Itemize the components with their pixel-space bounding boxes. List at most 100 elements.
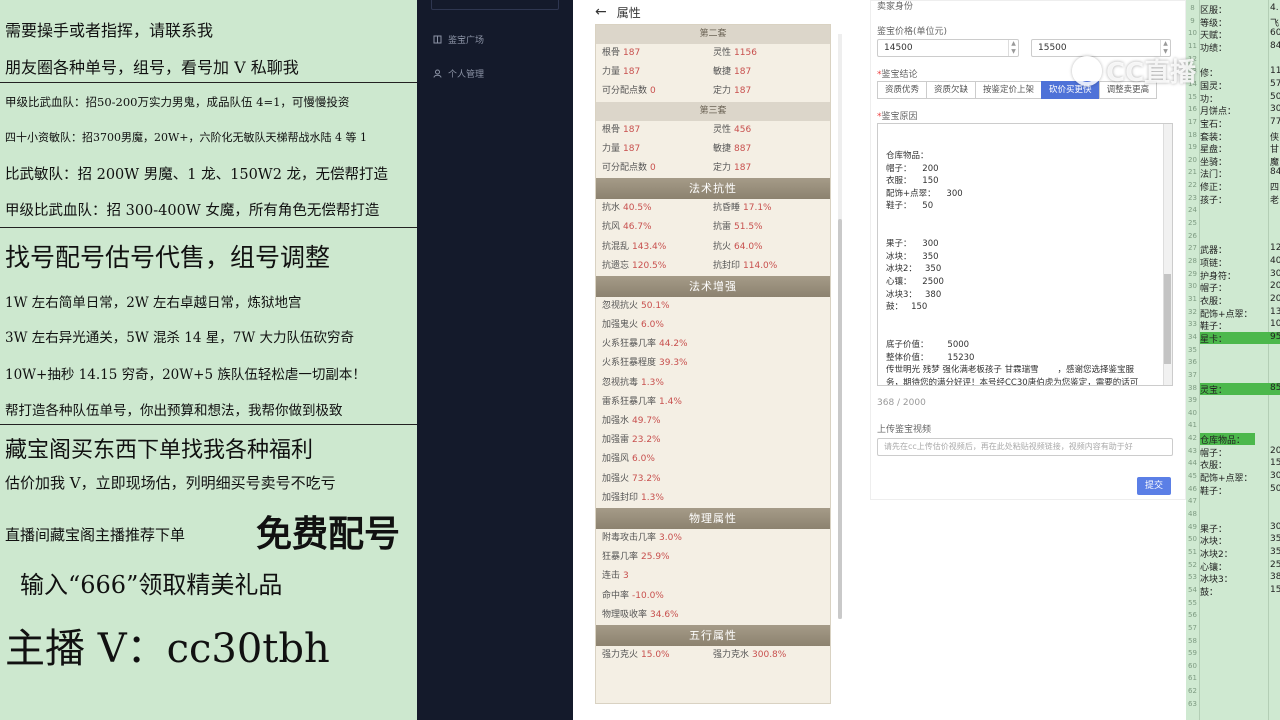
sheet-value[interactable]: 84 <box>1270 167 1280 177</box>
sheet-key[interactable]: 国灵： <box>1200 79 1227 92</box>
row-number: 45 <box>1188 472 1197 481</box>
attr-label: 加强火 <box>602 473 630 484</box>
sheet-value[interactable]: 12 <box>1270 243 1280 253</box>
sheet-value[interactable]: 60 <box>1270 28 1280 38</box>
sheet-key[interactable]: 果子： <box>1200 522 1227 535</box>
sheet-key[interactable]: 配饰+点翠： <box>1200 471 1253 484</box>
phys-title: 物理属性 <box>596 507 830 529</box>
attribute-scroll-area[interactable]: 第二套 根骨 187 灵性 1156 力量 187 敏捷 187 可分配点数 0 定力 187 第三套… <box>595 24 831 704</box>
attr-label: 抗遗忘 <box>602 260 630 271</box>
conclusion-tab[interactable]: 资质优秀 <box>877 81 928 99</box>
sheet-value[interactable]: 30 <box>1270 269 1280 279</box>
row-number: 22 <box>1188 181 1197 190</box>
sheet-key[interactable]: 帽子： <box>1200 446 1227 459</box>
sheet-key[interactable]: 项链： <box>1200 256 1227 269</box>
reason-textarea[interactable]: 仓库物品： 帽子： 200 衣服： 150 配饰+点翠： 300 鞋子： 50 … <box>877 123 1173 386</box>
sheet-key[interactable]: 冰块2： <box>1200 547 1233 560</box>
back-arrow-icon[interactable]: ← <box>595 4 607 20</box>
sheet-value[interactable]: 15 <box>1270 585 1280 595</box>
row-number: 29 <box>1188 269 1197 278</box>
sheet-key[interactable]: 冰块： <box>1200 534 1227 547</box>
sheet-key[interactable]: 法门： <box>1200 167 1227 180</box>
video-link-input[interactable]: 请先在cc上传估价视频后，再在此处粘贴视频链接，视频内容有助于好 <box>877 438 1173 456</box>
sheet-key[interactable]: 帽子： <box>1200 281 1227 294</box>
sheet-value[interactable]: 30 <box>1270 522 1280 532</box>
sheet-key[interactable]: 功： <box>1200 92 1218 105</box>
resist-grid: 抗水 40.5% 抗昏睡 17.1% 抗风 46.7% 抗雷 51.5% 抗混乱 143.4% 抗火… <box>596 199 830 276</box>
sheet-value[interactable]: 四 <box>1270 180 1279 193</box>
sheet-key[interactable]: 等级： <box>1200 16 1227 29</box>
sheet-value[interactable]: 10 <box>1270 319 1280 329</box>
sheet-key[interactable]: 鞋子： <box>1200 484 1227 497</box>
attr-value: 187 <box>734 162 752 173</box>
boost-list: 忽视抗火 50.1% 加强鬼火 6.0% 火系狂暴几率 44.2% 火系狂暴程度 39.3% 忽… <box>596 297 830 508</box>
stepper-icon[interactable]: ▲ ▼ <box>1008 40 1018 56</box>
sheet-key[interactable]: 区服： <box>1200 3 1227 16</box>
sheet-key[interactable]: 套装： <box>1200 130 1227 143</box>
sheet-value[interactable]: 20 <box>1270 294 1280 304</box>
attr-cell: 附毒攻击几率 3.0% <box>602 529 824 548</box>
attr-cell: 定力 187 <box>713 159 824 178</box>
sidebar-search-input[interactable] <box>431 0 559 10</box>
sidebar-item-square[interactable]: 鉴宝广场 <box>433 33 484 46</box>
textarea-scrollbar[interactable] <box>1163 124 1172 385</box>
sheet-value[interactable]: 35 <box>1270 547 1280 557</box>
sheet-key[interactable]: 灵宝： <box>1200 383 1227 396</box>
sheet-key[interactable]: 宝石： <box>1200 117 1227 130</box>
sheet-value[interactable]: 13 <box>1270 307 1280 317</box>
conclusion-tab[interactable]: 资质欠缺 <box>926 81 977 99</box>
sheet-key[interactable]: 武器： <box>1200 243 1227 256</box>
sheet-value[interactable]: 50 <box>1270 484 1280 494</box>
sheet-key[interactable]: 心镶： <box>1200 560 1227 573</box>
sheet-value[interactable]: 飞 <box>1270 16 1279 29</box>
sheet-value[interactable]: 84 <box>1270 41 1280 51</box>
sheet-value[interactable]: 95 <box>1270 332 1280 342</box>
sheet-key[interactable]: 修正： <box>1200 180 1227 193</box>
sheet-value[interactable]: 20 <box>1270 281 1280 291</box>
attr-value: 64.0% <box>734 241 763 252</box>
sheet-value[interactable]: 38 <box>1270 572 1280 582</box>
sheet-key[interactable]: 月饼点： <box>1200 104 1236 117</box>
attr-label: 加强水 <box>602 416 630 426</box>
sheet-value[interactable]: 甘 <box>1270 142 1279 155</box>
sheet-value[interactable]: 85 <box>1270 383 1280 393</box>
sheet-value[interactable]: 11 <box>1270 66 1280 76</box>
sheet-value[interactable]: 30 <box>1270 104 1280 114</box>
sheet-key[interactable]: 孩子： <box>1200 193 1227 206</box>
attr-label: 连击 <box>602 571 621 582</box>
sheet-value[interactable]: 15 <box>1270 458 1280 468</box>
sheet-value[interactable]: 77 <box>1270 117 1280 127</box>
sheet-value[interactable]: 40 <box>1270 256 1280 266</box>
sheet-value[interactable]: 50 <box>1270 92 1280 102</box>
sheet-value[interactable]: 57 <box>1270 79 1280 89</box>
sheet-key[interactable]: 鞋子： <box>1200 319 1227 332</box>
sheet-value[interactable]: 20 <box>1270 446 1280 456</box>
sheet-key[interactable]: 修： <box>1200 66 1218 79</box>
book-icon <box>433 35 442 44</box>
sheet-value[interactable]: 老 <box>1270 193 1279 206</box>
sheet-key[interactable]: 仓库物品： <box>1200 433 1245 446</box>
sheet-value[interactable]: 30 <box>1270 471 1280 481</box>
attribute-scrollbar[interactable] <box>838 34 842 619</box>
sheet-value[interactable]: 魔 <box>1270 155 1279 168</box>
sheet-key[interactable]: 功绩： <box>1200 41 1227 54</box>
sheet-key[interactable]: 护身符： <box>1200 269 1236 282</box>
submit-button[interactable]: 提交 <box>1137 477 1171 495</box>
price-low-input[interactable]: 14500 ▲ ▼ <box>877 39 1019 57</box>
sheet-key[interactable]: 配饰+点翠： <box>1200 307 1253 320</box>
conclusion-tab[interactable]: 按鉴定价上架 <box>975 81 1043 99</box>
sheet-key[interactable]: 坐骑： <box>1200 155 1227 168</box>
sheet-key[interactable]: 天赋： <box>1200 28 1227 41</box>
attr-cell: 加强火 73.2% <box>602 470 824 489</box>
sheet-key[interactable]: 星卡： <box>1200 332 1227 345</box>
sheet-key[interactable]: 衣服： <box>1200 458 1227 471</box>
sheet-key[interactable]: 衣服： <box>1200 294 1227 307</box>
sheet-value[interactable]: 侠 <box>1270 130 1279 143</box>
sidebar-item-personal[interactable]: 个人管理 <box>433 67 484 80</box>
sheet-key[interactable]: 冰块3： <box>1200 572 1233 585</box>
sheet-value[interactable]: 25 <box>1270 560 1280 570</box>
sheet-value[interactable]: 35 <box>1270 534 1280 544</box>
sheet-key[interactable]: 星盘： <box>1200 142 1227 155</box>
sheet-key[interactable]: 鼓： <box>1200 585 1218 598</box>
sheet-value[interactable]: 4. <box>1270 3 1279 13</box>
